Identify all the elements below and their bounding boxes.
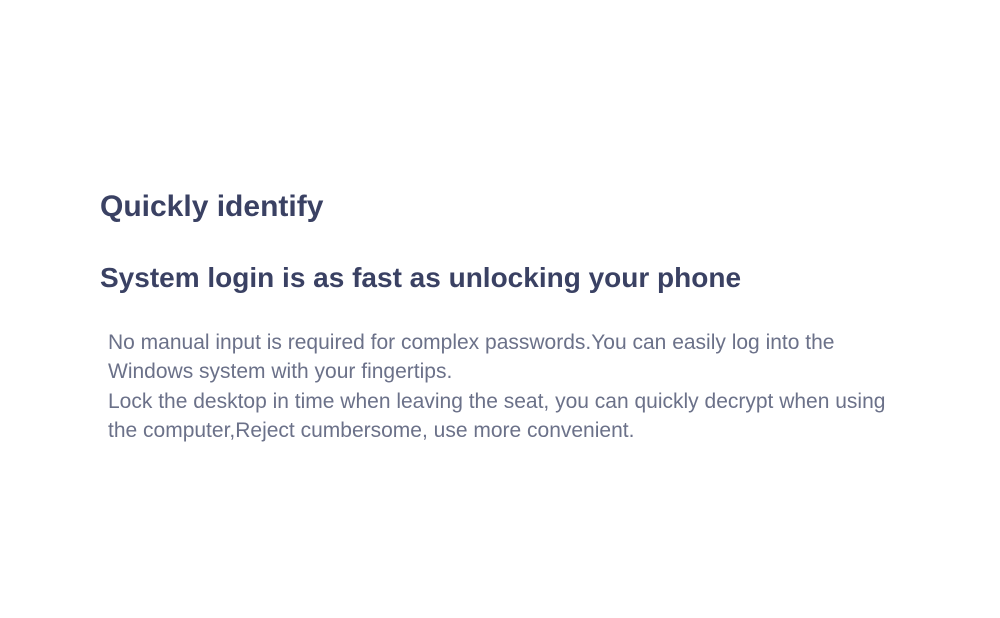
body-paragraph: No manual input is required for complex …	[108, 328, 910, 446]
heading-title: Quickly identify	[100, 190, 910, 224]
content-block: Quickly identify System login is as fast…	[100, 190, 910, 446]
heading-subtitle: System login is as fast as unlocking you…	[100, 262, 910, 294]
